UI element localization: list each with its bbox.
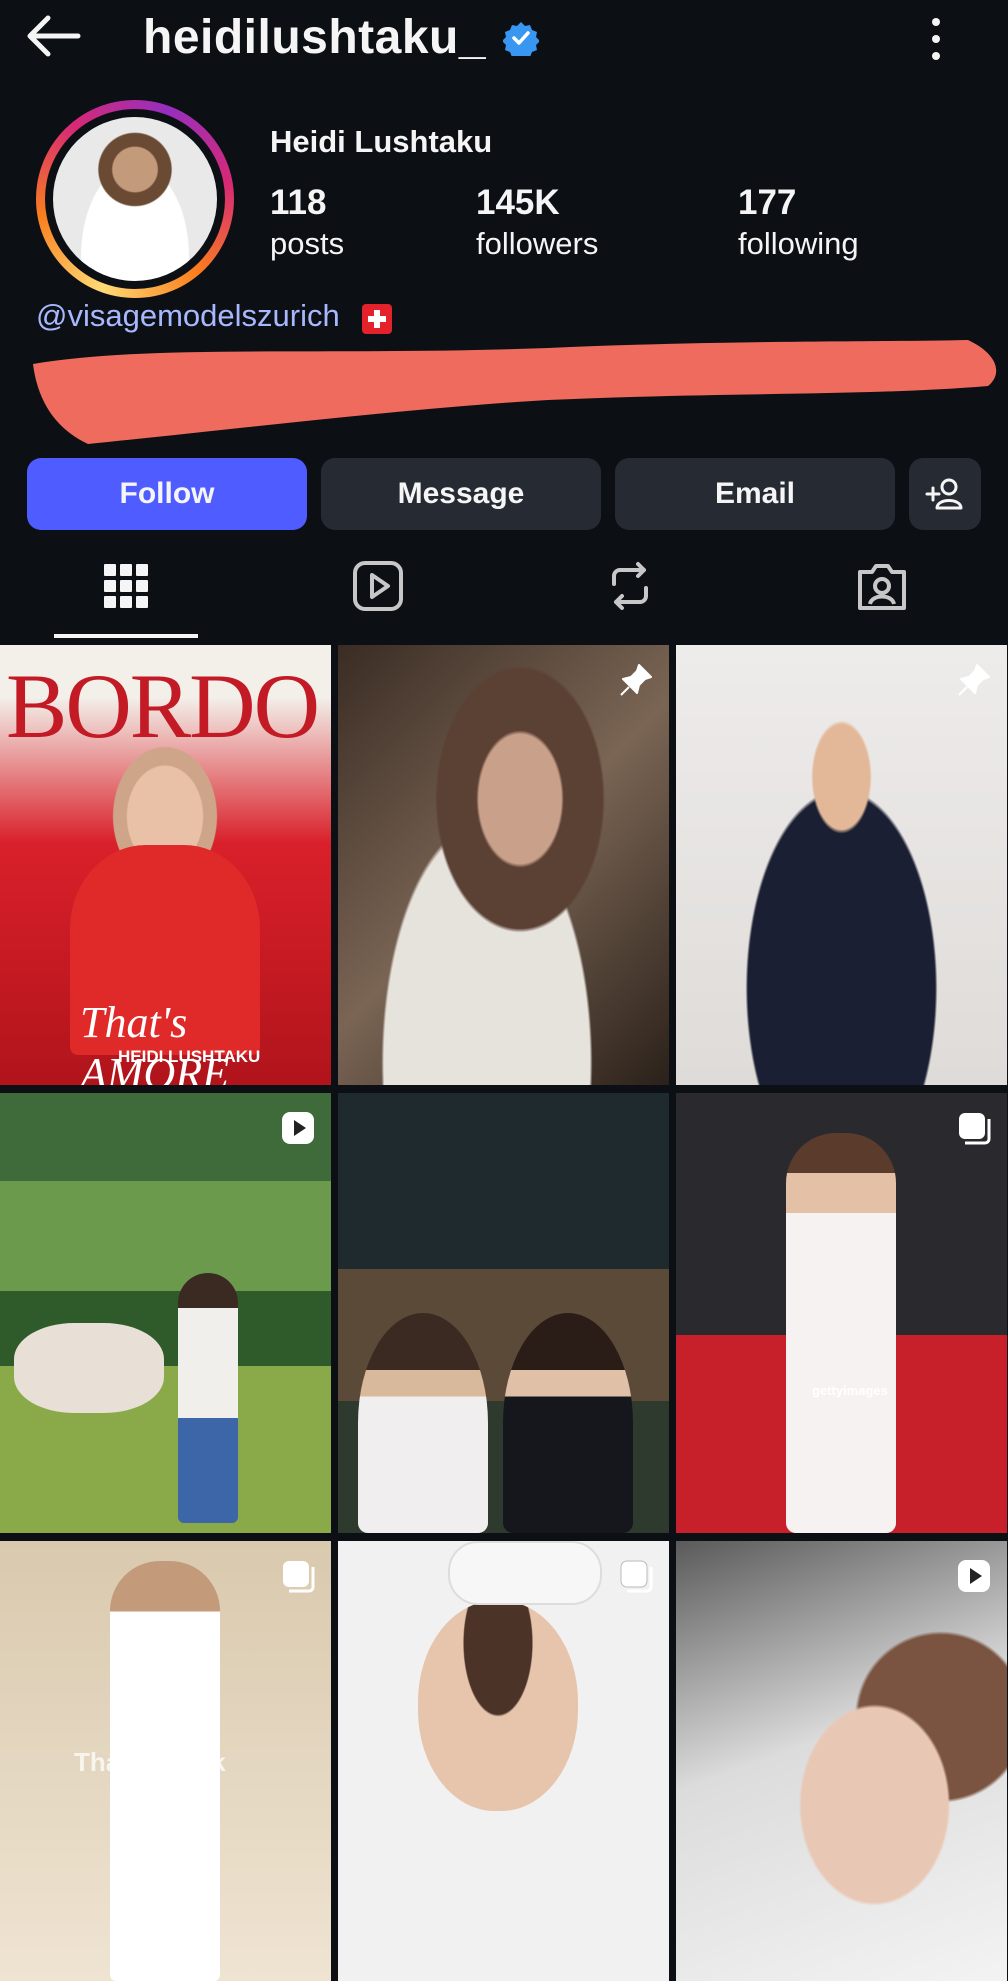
- watermark-text: ThaiCatwalk: [74, 1747, 226, 1777]
- post-tile[interactable]: [338, 1093, 669, 1533]
- post-tile[interactable]: ThaiCatwalk: [0, 1541, 331, 1981]
- post-tile[interactable]: [676, 645, 1007, 1085]
- bio-mention-link[interactable]: @visagemodelszurich: [36, 298, 340, 334]
- avatar: [53, 117, 217, 281]
- post-tile[interactable]: [338, 1541, 669, 1981]
- stat-followers[interactable]: 145K followers: [476, 182, 598, 264]
- add-user-icon: [925, 478, 963, 510]
- reels-tab-icon[interactable]: [348, 556, 408, 616]
- stat-following[interactable]: 177 following: [738, 182, 859, 264]
- reel-icon: [282, 1112, 314, 1144]
- stat-posts[interactable]: 118 posts: [270, 182, 344, 264]
- add-user-button[interactable]: [909, 458, 981, 530]
- more-vertical-icon[interactable]: [920, 14, 952, 64]
- stat-label: posts: [270, 226, 345, 261]
- stat-value: 118: [270, 183, 327, 222]
- post-tile[interactable]: [676, 1541, 1007, 1981]
- post-tile[interactable]: gettyimages: [676, 1093, 1007, 1533]
- cow-figure: [14, 1323, 164, 1413]
- top-bar: heidilushtaku_: [0, 0, 1008, 76]
- back-arrow-icon[interactable]: [24, 12, 82, 60]
- stat-label: followers: [476, 226, 599, 261]
- reposts-tab-icon[interactable]: [600, 556, 660, 616]
- stat-label: following: [738, 226, 859, 261]
- stat-value: 177: [738, 183, 797, 222]
- swiss-flag-icon: [362, 304, 392, 334]
- pin-icon: [958, 664, 990, 696]
- person-figure: [178, 1273, 238, 1523]
- grid-tab-icon[interactable]: [96, 556, 156, 616]
- watermark-text: gettyimages: [812, 1383, 888, 1398]
- profile-tabs: [0, 540, 1008, 640]
- cover-name: HEIDI LUSHTAKU: [118, 1047, 261, 1066]
- profile-username: heidilushtaku_: [143, 11, 487, 64]
- person-figure: [503, 1313, 633, 1533]
- carousel-icon: [959, 1113, 991, 1145]
- message-button[interactable]: Message: [321, 458, 601, 530]
- post-tile[interactable]: [0, 1093, 331, 1533]
- tagged-tab-icon[interactable]: [852, 556, 912, 616]
- face-figure: [418, 1601, 578, 1811]
- story-ring[interactable]: [36, 100, 234, 298]
- email-button[interactable]: Email: [615, 458, 895, 530]
- carousel-icon: [620, 1560, 653, 1593]
- reel-icon: [958, 1560, 990, 1592]
- active-tab-indicator: [54, 634, 198, 638]
- post-tile[interactable]: BORDO That's AMORE HEIDI LUSHTAKU: [0, 645, 331, 1085]
- cover-headline: That's AMORE: [80, 998, 230, 1085]
- carousel-icon: [283, 1561, 315, 1593]
- bio-redaction: [33, 340, 997, 444]
- profile-full-name: Heidi Lushtaku: [270, 124, 493, 159]
- person-figure: [358, 1313, 488, 1533]
- stat-value: 145K: [476, 183, 560, 222]
- pin-icon: [620, 664, 652, 696]
- glove-figure: [448, 1541, 602, 1605]
- post-tile[interactable]: [338, 645, 669, 1085]
- follow-button[interactable]: Follow: [27, 458, 307, 530]
- person-figure: [786, 1133, 896, 1533]
- verified-badge-icon: [503, 22, 539, 56]
